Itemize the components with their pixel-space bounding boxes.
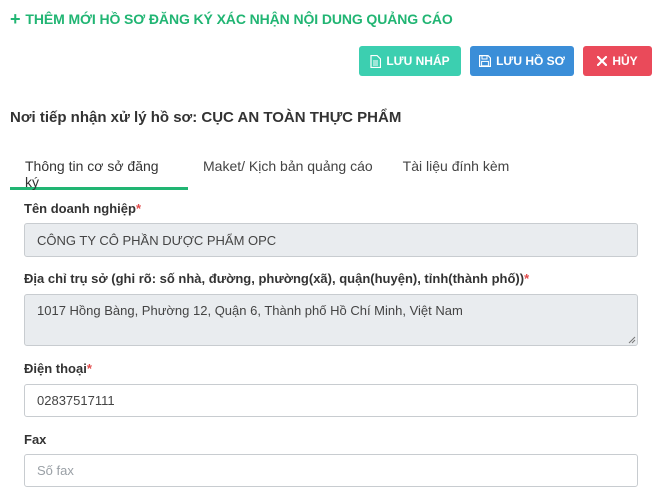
fax-label: Fax bbox=[24, 432, 47, 447]
save-record-button[interactable]: LƯU HỒ SƠ bbox=[470, 46, 574, 76]
cancel-label: HỦY bbox=[612, 54, 638, 68]
required-marker: * bbox=[524, 271, 530, 286]
required-marker: * bbox=[135, 201, 141, 216]
address-field[interactable]: 1017 Hồng Bàng, Phường 12, Quận 6, Thành… bbox=[24, 294, 638, 346]
plus-icon: + bbox=[10, 9, 21, 29]
close-icon bbox=[597, 56, 608, 66]
save-record-label: LƯU HỒ SƠ bbox=[496, 54, 565, 68]
phone-label: Điện thoại* bbox=[24, 361, 92, 376]
receiving-agency: Nơi tiếp nhận xử lý hồ sơ: CỤC AN TOÀN T… bbox=[10, 109, 402, 126]
save-draft-button[interactable]: LƯU NHÁP bbox=[359, 46, 461, 76]
company-label: Tên doanh nghiệp* bbox=[24, 201, 141, 216]
company-name-field[interactable]: CÔNG TY CÔ PHẦN DƯỢC PHẨM OPC bbox=[24, 223, 638, 257]
required-marker: * bbox=[86, 361, 92, 376]
resize-grip-icon[interactable] bbox=[628, 336, 636, 344]
page-title-text: THÊM MỚI HỒ SƠ ĐĂNG KÝ XÁC NHẬN NỘI DUNG… bbox=[25, 11, 453, 27]
address-label: Địa chỉ trụ sở (ghi rõ: số nhà, đường, p… bbox=[24, 271, 530, 286]
save-draft-label: LƯU NHÁP bbox=[386, 54, 450, 68]
document-icon bbox=[370, 54, 382, 68]
fax-field[interactable]: Số fax bbox=[24, 454, 638, 487]
page-title: + THÊM MỚI HỒ SƠ ĐĂNG KÝ XÁC NHẬN NỘI DU… bbox=[10, 9, 453, 29]
floppy-disk-icon bbox=[479, 55, 492, 67]
tab-bar: Thông tin cơ sở đăng ký Maket/ Kịch bản … bbox=[10, 150, 650, 190]
tab-maket-script[interactable]: Maket/ Kịch bản quảng cáo bbox=[188, 150, 388, 190]
phone-field[interactable]: 02837517111 bbox=[24, 384, 638, 417]
tab-registration-info[interactable]: Thông tin cơ sở đăng ký bbox=[10, 150, 188, 190]
tab-attachments[interactable]: Tài liệu đính kèm bbox=[388, 150, 525, 190]
cancel-button[interactable]: HỦY bbox=[583, 46, 652, 76]
